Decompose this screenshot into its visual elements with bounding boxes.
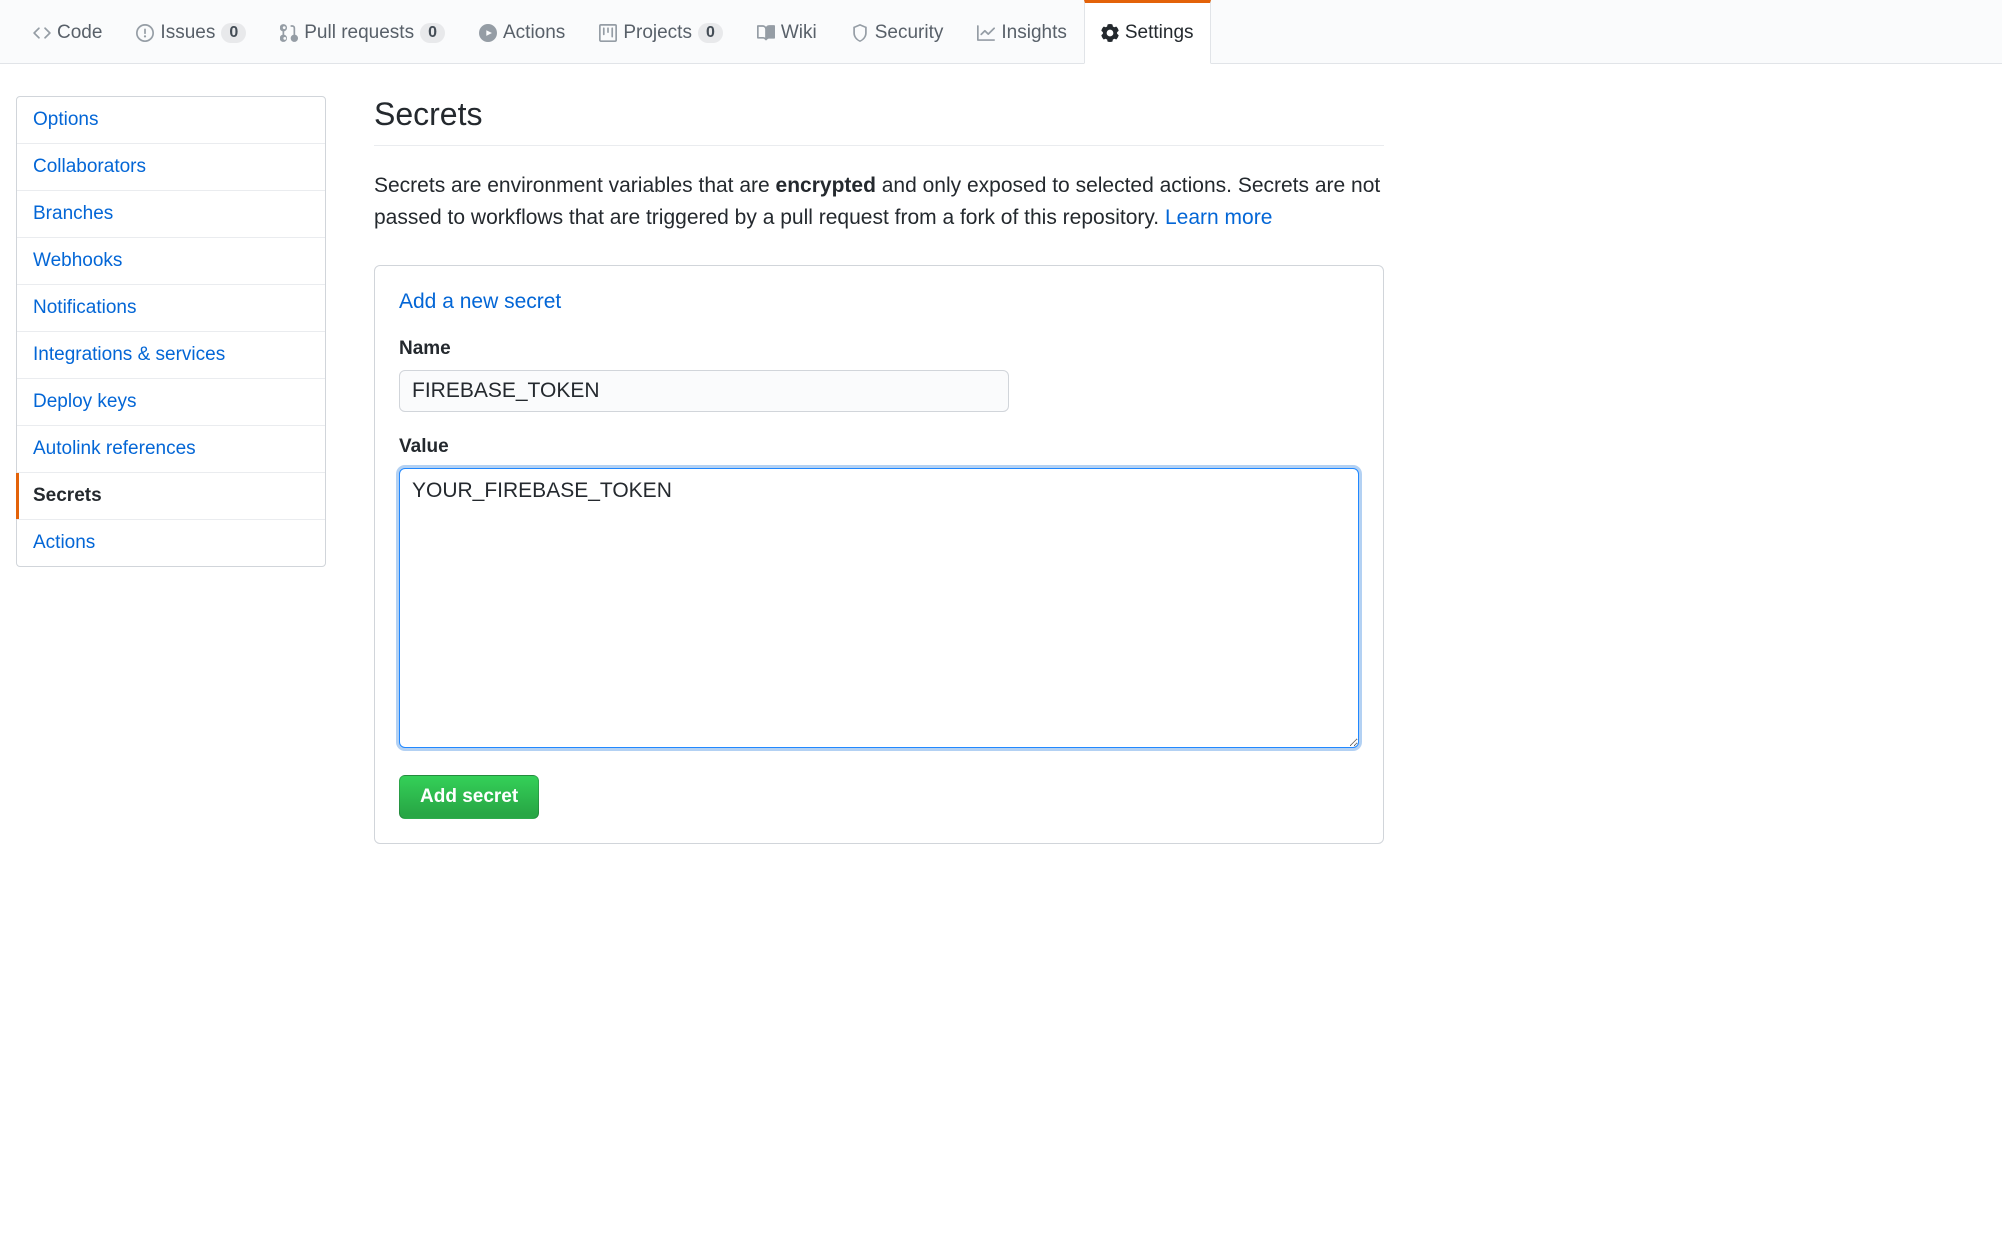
sidebar-item-notifications[interactable]: Notifications <box>17 285 325 332</box>
sidebar-item-deploy-keys[interactable]: Deploy keys <box>17 379 325 426</box>
issue-icon <box>136 24 154 42</box>
code-icon <box>33 24 51 42</box>
tab-label: Pull requests <box>304 22 414 44</box>
tab-wiki[interactable]: Wiki <box>740 0 834 63</box>
name-input[interactable] <box>399 370 1009 412</box>
tab-actions[interactable]: Actions <box>462 0 582 63</box>
value-input[interactable] <box>399 468 1359 748</box>
tab-security[interactable]: Security <box>834 0 961 63</box>
tab-code[interactable]: Code <box>16 0 119 63</box>
tab-label: Code <box>57 22 102 44</box>
sidebar-item-webhooks[interactable]: Webhooks <box>17 238 325 285</box>
page-title: Secrets <box>374 96 1384 146</box>
sidebar-item-collaborators[interactable]: Collaborators <box>17 144 325 191</box>
page-description: Secrets are environment variables that a… <box>374 170 1384 233</box>
tab-label: Settings <box>1125 22 1194 44</box>
sidebar-item-autolink[interactable]: Autolink references <box>17 426 325 473</box>
graph-icon <box>977 24 995 42</box>
learn-more-link[interactable]: Learn more <box>1165 206 1272 229</box>
book-icon <box>757 24 775 42</box>
git-pull-request-icon <box>280 24 298 42</box>
add-secret-button[interactable]: Add secret <box>399 775 539 819</box>
tab-settings[interactable]: Settings <box>1084 0 1211 64</box>
tab-label: Insights <box>1001 22 1066 44</box>
add-secret-heading: Add a new secret <box>399 290 1359 314</box>
repo-nav: Code Issues 0 Pull requests 0 Actions Pr… <box>0 0 2002 64</box>
sidebar-item-options[interactable]: Options <box>17 97 325 144</box>
gear-icon <box>1101 24 1119 42</box>
tab-issues[interactable]: Issues 0 <box>119 0 263 63</box>
projects-count: 0 <box>698 23 723 43</box>
tab-label: Issues <box>160 22 215 44</box>
pulls-count: 0 <box>420 23 445 43</box>
tab-projects[interactable]: Projects 0 <box>582 0 740 63</box>
play-icon <box>479 24 497 42</box>
issues-count: 0 <box>221 23 246 43</box>
tab-label: Actions <box>503 22 565 44</box>
add-secret-box: Add a new secret Name Value Add secret <box>374 265 1384 844</box>
settings-sidebar: Options Collaborators Branches Webhooks … <box>16 96 326 844</box>
tab-label: Projects <box>623 22 692 44</box>
name-label: Name <box>399 338 1359 360</box>
sidebar-item-actions[interactable]: Actions <box>17 520 325 566</box>
value-label: Value <box>399 436 1359 458</box>
content: Secrets Secrets are environment variable… <box>374 96 1384 844</box>
sidebar-item-secrets[interactable]: Secrets <box>17 473 325 520</box>
tab-label: Wiki <box>781 22 817 44</box>
tab-insights[interactable]: Insights <box>960 0 1083 63</box>
sidebar-item-branches[interactable]: Branches <box>17 191 325 238</box>
tab-pull-requests[interactable]: Pull requests 0 <box>263 0 462 63</box>
project-icon <box>599 24 617 42</box>
tab-label: Security <box>875 22 944 44</box>
sidebar-item-integrations[interactable]: Integrations & services <box>17 332 325 379</box>
shield-icon <box>851 24 869 42</box>
